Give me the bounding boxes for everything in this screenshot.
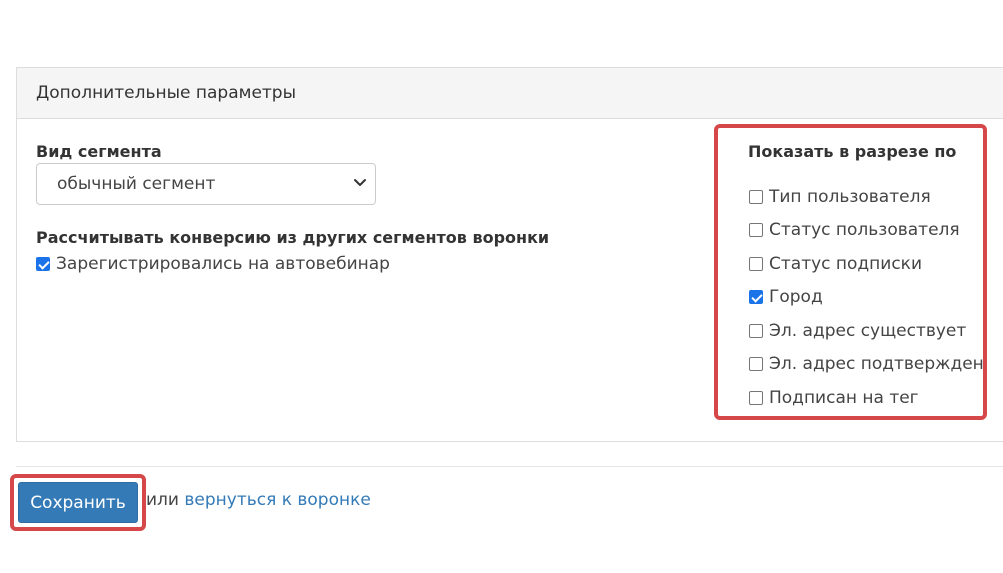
- breakdown-title: Показать в разрезе по: [748, 142, 957, 161]
- chevron-down-icon: [354, 179, 366, 186]
- panel-heading: Дополнительные параметры: [17, 68, 1003, 119]
- breakdown-option-user-status[interactable]: Статус пользователя: [749, 214, 984, 248]
- save-highlight: Сохранить: [10, 474, 146, 531]
- breakdown-checkbox[interactable]: [749, 323, 763, 338]
- breakdown-checkbox[interactable]: [749, 390, 763, 405]
- breakdown-option-city[interactable]: Город: [749, 281, 984, 315]
- or-text: или: [146, 490, 179, 510]
- footer-text: или вернуться к воронке: [146, 490, 371, 510]
- breakdown-checkbox[interactable]: [749, 357, 763, 372]
- conversion-checkbox[interactable]: [36, 257, 50, 271]
- conversion-option[interactable]: Зарегистрировались на автовебинар: [36, 254, 390, 274]
- breakdown-option-user-type[interactable]: Тип пользователя: [749, 180, 984, 214]
- breakdown-option-label: Эл. адрес подтвержден: [769, 354, 984, 375]
- breakdown-option-label: Эл. адрес существует: [769, 320, 967, 341]
- save-button[interactable]: Сохранить: [18, 482, 138, 523]
- conversion-label: Рассчитывать конверсию из других сегмент…: [36, 228, 550, 247]
- segment-type-value: обычный сегмент: [57, 174, 216, 194]
- segment-type-label: Вид сегмента: [36, 142, 162, 161]
- breakdown-option-label: Подписан на тег: [769, 387, 919, 408]
- breakdown-option-label: Тип пользователя: [769, 186, 931, 207]
- breakdown-checkbox[interactable]: [749, 256, 763, 271]
- breakdown-group: Показать в разрезе по Тип пользователя С…: [714, 124, 987, 420]
- footer-divider: [16, 466, 1003, 467]
- breakdown-option-label: Статус пользователя: [769, 220, 960, 241]
- breakdown-option-label: Город: [769, 287, 823, 308]
- breakdown-option-email-exists[interactable]: Эл. адрес существует: [749, 314, 984, 348]
- breakdown-option-tag-subscribed[interactable]: Подписан на тег: [749, 381, 984, 415]
- breakdown-option-email-confirmed[interactable]: Эл. адрес подтвержден: [749, 348, 984, 382]
- breakdown-checkbox[interactable]: [749, 223, 763, 238]
- breakdown-option-label: Статус подписки: [769, 253, 922, 274]
- breakdown-checkbox[interactable]: [749, 189, 763, 204]
- conversion-option-label: Зарегистрировались на автовебинар: [56, 254, 390, 274]
- segment-type-select[interactable]: обычный сегмент: [36, 163, 376, 205]
- breakdown-checkbox[interactable]: [749, 290, 763, 305]
- breakdown-list: Тип пользователя Статус пользователя Ста…: [749, 180, 984, 415]
- breakdown-option-subscription-status[interactable]: Статус подписки: [749, 247, 984, 281]
- segment-type-group: Вид сегмента: [36, 142, 162, 161]
- back-to-funnel-link[interactable]: вернуться к воронке: [184, 490, 370, 510]
